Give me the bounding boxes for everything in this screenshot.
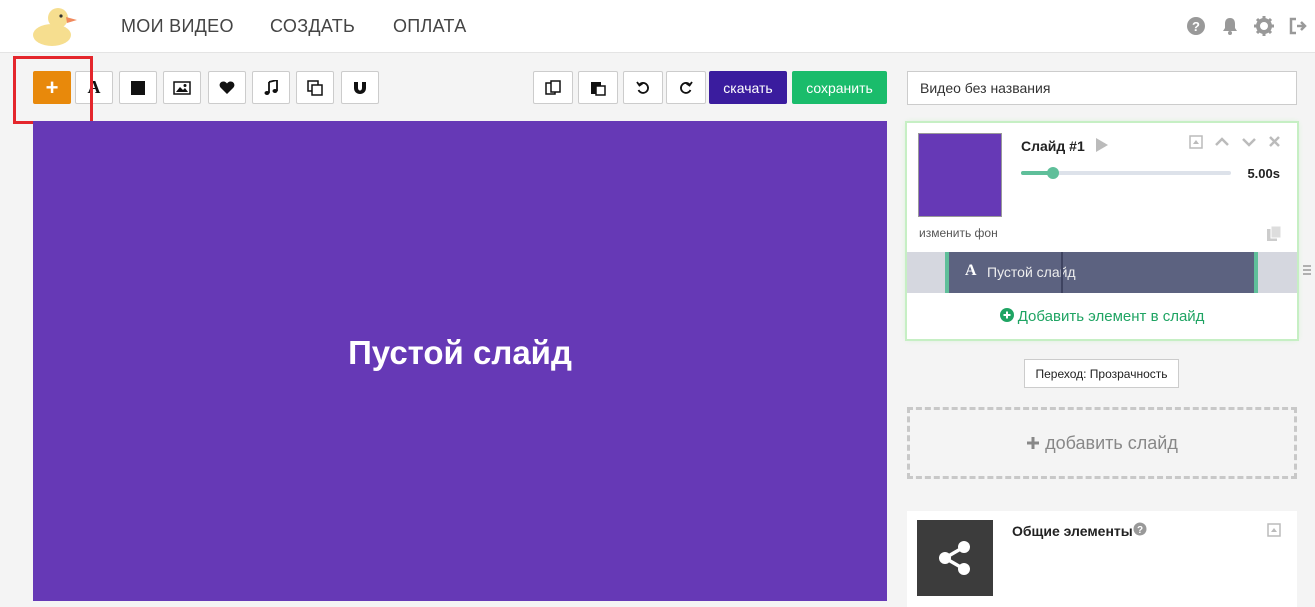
video-title-input[interactable] [907,71,1297,105]
music-note-icon [264,79,278,95]
delete-slide-icon[interactable] [1268,135,1281,148]
plus-circle-icon [999,308,1014,322]
text-element-icon: A [965,262,977,279]
top-navbar: МОИ ВИДЕО СОЗДАТЬ ОПЛАТА ? [0,0,1315,53]
magnet-icon [354,81,366,94]
square-icon [131,80,145,95]
duration-slider[interactable] [1021,167,1231,179]
undo-button[interactable] [623,71,663,104]
duck-logo-icon[interactable] [30,5,80,47]
text-icon: A [87,77,101,97]
duplicate-icon [307,79,323,96]
slide-title: Слайд #1 [1021,138,1085,154]
change-background-link[interactable]: изменить фон [919,226,998,240]
save-button[interactable]: сохранить [792,71,887,104]
bell-icon[interactable] [1213,14,1247,38]
add-element-label: Добавить элемент в слайд [1017,308,1205,325]
duplicate-button[interactable] [296,71,334,104]
slide-duration: 5.00s [1247,166,1280,181]
redo-icon [680,80,693,94]
add-music-button[interactable] [252,71,290,104]
common-elements-thumbnail[interactable] [917,520,993,596]
add-shape-button[interactable] [119,71,157,104]
play-icon[interactable] [1095,137,1109,153]
common-elements-card: Общие элементы ? [907,511,1297,607]
canvas-text[interactable]: Пустой слайд [348,334,572,372]
slide-canvas[interactable]: Пустой слайд [33,121,887,601]
add-button[interactable]: + [33,71,71,104]
redo-button[interactable] [666,71,706,104]
transition-button[interactable]: Переход: Прозрачность [1024,359,1179,388]
logout-icon[interactable] [1281,14,1315,38]
timeline-element-bar[interactable]: A Пустой слайд [945,252,1258,293]
add-image-button[interactable] [163,71,201,104]
download-button[interactable]: скачать [709,71,787,104]
add-slide-label: добавить слайд [1045,432,1178,453]
collapse-icon[interactable] [1189,135,1203,149]
move-down-icon[interactable] [1241,135,1257,149]
move-up-icon[interactable] [1214,135,1230,149]
magnet-button[interactable] [341,71,379,104]
drag-handle-icon[interactable] [1303,264,1311,276]
gear-icon[interactable] [1247,14,1281,38]
add-text-button[interactable]: A [75,71,113,104]
nav-create[interactable]: СОЗДАТЬ [270,16,355,37]
svg-text:?: ? [1192,19,1200,34]
add-sticker-button[interactable] [208,71,246,104]
slide-thumbnail[interactable] [918,133,1002,217]
copy-button[interactable] [533,71,573,104]
undo-icon [636,80,649,94]
heart-icon [219,81,235,94]
slide-card: изменить фон Слайд #1 5.00s A Пустой сла… [907,123,1311,339]
timeline-cursor[interactable] [1061,252,1063,293]
duration-slider-knob[interactable] [1046,167,1059,179]
share-icon [939,541,970,575]
copy-slide-icon[interactable] [1266,225,1282,242]
plus-icon [1027,437,1040,449]
help-icon[interactable]: ? [1179,14,1213,38]
collapse-icon[interactable] [1267,523,1281,537]
help-icon[interactable]: ? [1133,522,1147,536]
common-elements-title: Общие элементы [1012,523,1133,539]
svg-text:?: ? [1137,525,1143,536]
nav-payment[interactable]: ОПЛАТА [393,16,467,37]
paste-button[interactable] [578,71,618,104]
slide-timeline: A Пустой слайд [907,252,1297,293]
copy-icon [545,79,561,95]
paste-icon [591,81,606,96]
nav-my-videos[interactable]: МОИ ВИДЕО [121,16,234,37]
add-slide-button[interactable]: добавить слайд [907,407,1297,479]
image-icon [173,80,191,95]
add-element-button[interactable]: Добавить элемент в слайд [907,308,1297,325]
add-label: + [45,74,59,100]
